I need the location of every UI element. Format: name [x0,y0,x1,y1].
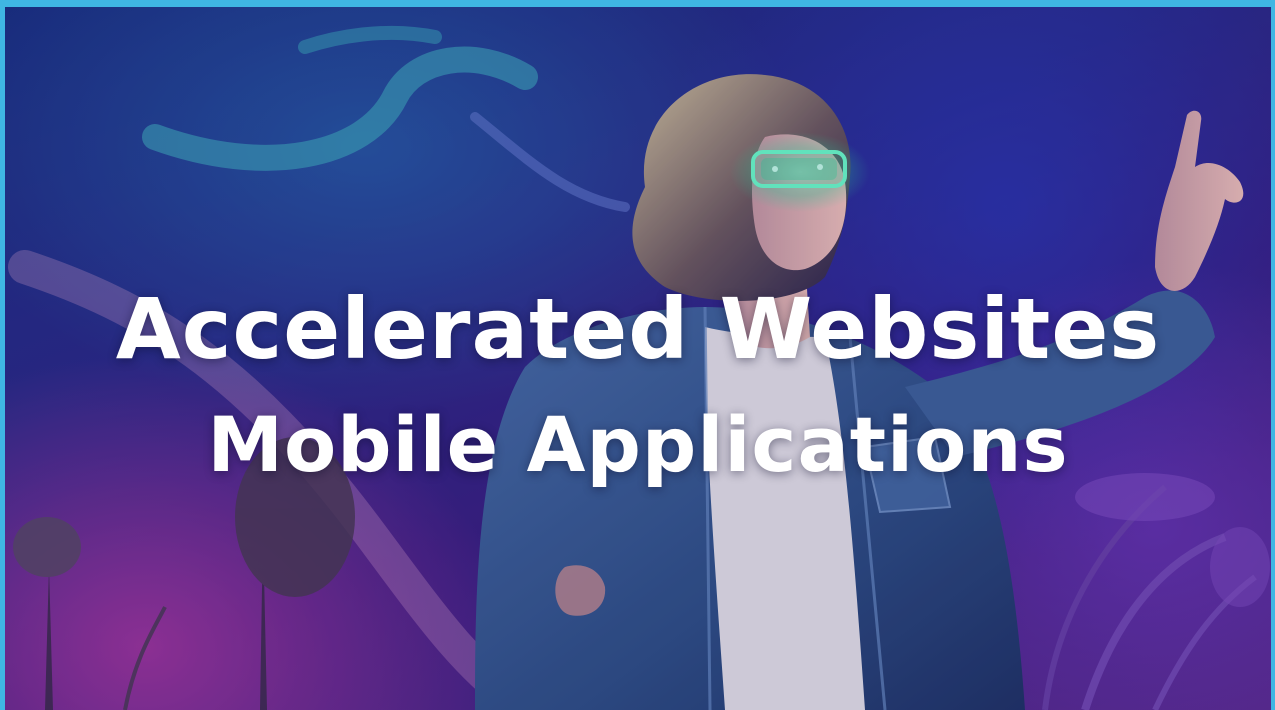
headline-line-1: Accelerated Websites [115,280,1161,378]
headline-line-2: Mobile Applications [207,400,1069,489]
hero-banner: Accelerated Websites Mobile Applications [0,0,1275,710]
